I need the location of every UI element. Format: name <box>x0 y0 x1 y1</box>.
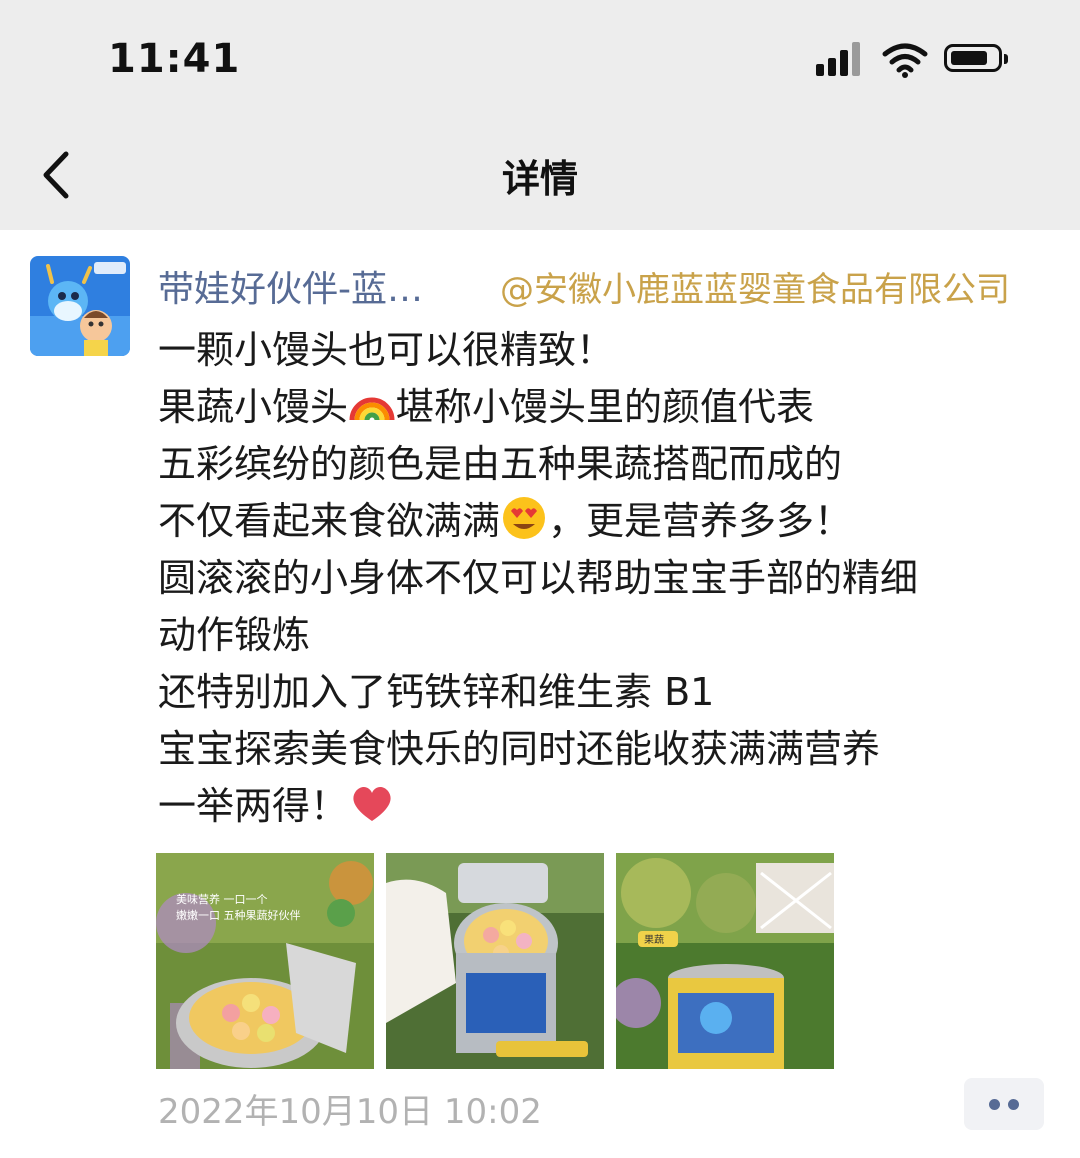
post-body: 一颗小馒头也可以很精致！ 果蔬小馒头 堪称小馒头里的颜值代表 五彩缤纷的颜色是由… <box>158 322 1058 835</box>
post-line: 圆滚滚的小身体不仅可以帮助宝宝手部的精细 <box>158 556 919 600</box>
brand-logo-icon <box>30 256 130 356</box>
battery-icon <box>944 44 1008 72</box>
post-line: 宝宝探索美食快乐的同时还能收获满满营养 <box>158 727 881 771</box>
post-line: 一举两得！ <box>158 778 1058 835</box>
status-time: 11:41 <box>108 36 241 82</box>
company-tag[interactable]: @安徽小鹿蓝蓝婴童食品有限公司 <box>500 262 1010 311</box>
post-line: 还特别加入了钙铁锌和维生素 B1 <box>158 670 715 714</box>
heart-icon <box>353 786 391 821</box>
post-photo-1[interactable]: 美味营养 一口一个 嫩嫩一口 五种果蔬好伙伴 <box>156 853 374 1069</box>
post-photo-2[interactable] <box>386 853 604 1069</box>
post-timestamp: 2022年10月10日 10:02 <box>158 1092 542 1132</box>
post-line: 动作锻炼 <box>158 613 311 657</box>
author-name[interactable]: 带娃好伙伴-蓝… <box>158 260 488 312</box>
heart-eyes-emoji-icon <box>503 497 546 539</box>
photo-3-caption: 果蔬 <box>644 934 664 946</box>
photo-1-caption-line-2: 嫩嫩一口 五种果蔬好伙伴 <box>176 908 301 922</box>
rainbow-icon <box>349 397 395 421</box>
post-photo-3[interactable]: 果蔬 <box>616 853 834 1069</box>
post-line: 果蔬小馒头 堪称小馒头里的颜值代表 <box>158 379 1058 436</box>
more-button[interactable] <box>964 1078 1044 1130</box>
signal-icon <box>816 40 868 76</box>
avatar[interactable] <box>30 256 130 356</box>
photo-1-caption-line-1: 美味营养 一口一个 <box>176 892 268 906</box>
post-line: 五彩缤纷的颜色是由五种果蔬搭配而成的 <box>158 442 843 486</box>
top-bar: 11:41 详情 <box>0 0 1080 230</box>
more-dots-icon <box>989 1099 1000 1110</box>
wifi-icon <box>882 43 928 78</box>
page-title: 详情 <box>501 157 578 201</box>
post-line: 不仅看起来食欲满满 ，更是营养多多！ <box>158 493 1058 550</box>
post-line: 一颗小馒头也可以很精致！ <box>158 328 615 372</box>
